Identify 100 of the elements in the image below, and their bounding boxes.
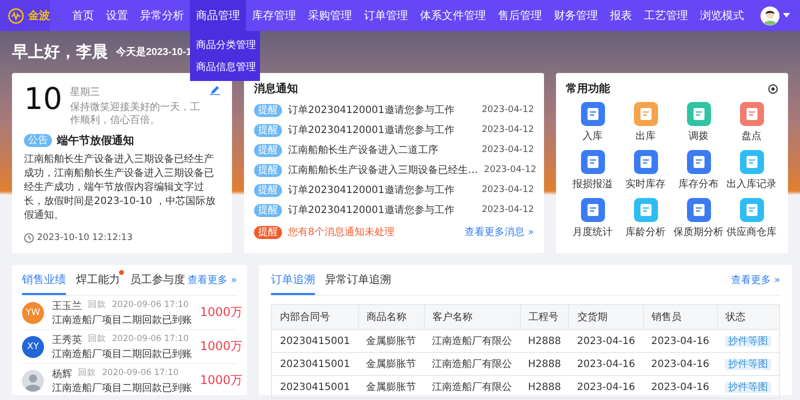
- table-cell: 2023-04-16: [568, 352, 644, 376]
- nav-menu-item[interactable]: 财务管理: [548, 0, 604, 31]
- table-cell: 金属膨胀节: [358, 330, 424, 352]
- function-shortcut[interactable]: 月度统计: [566, 198, 619, 239]
- nav-menu-item[interactable]: 售后管理: [492, 0, 548, 31]
- column-header: 客户名称: [424, 304, 520, 330]
- nav-menu-item[interactable]: 订单管理: [358, 0, 414, 31]
- timestamp-text: 2023-10-10 12:12:13: [37, 233, 133, 243]
- tab[interactable]: 销售业绩: [22, 265, 66, 295]
- table-cell: 江南造船厂有限公: [424, 376, 520, 398]
- record-time: 2020-09-06 17:10: [112, 298, 189, 312]
- message-text[interactable]: 订单202304120001邀请您参与工作: [288, 123, 476, 137]
- record-description: 江南造船厂项目二期回款已到账: [52, 382, 192, 394]
- record-description: 江南造船厂项目二期回款已到账: [52, 348, 192, 360]
- record-type: 回款: [88, 332, 106, 346]
- table-cell: 2023-04-16: [568, 330, 644, 352]
- nav-menu-item[interactable]: 工艺管理: [638, 0, 694, 31]
- nav-menu-item[interactable]: 报表: [604, 0, 638, 31]
- message-text[interactable]: 江南船舶长生产设备进入二道工序: [288, 143, 476, 157]
- person-name: 王秀英: [52, 334, 82, 346]
- message-date: 2023-04-12: [482, 185, 534, 195]
- reminder-badge: 提醒: [254, 124, 282, 136]
- tab[interactable]: 员工参与度: [130, 265, 185, 295]
- nav-menu-item[interactable]: 异常分析: [134, 0, 190, 31]
- notice-badge: 公告: [24, 134, 52, 147]
- waveform-logo-icon: [8, 8, 24, 24]
- function-shortcut[interactable]: 盘点: [725, 102, 778, 143]
- message-text[interactable]: 订单202304120001邀请您参与工作: [288, 103, 476, 117]
- edit-pencil-icon: [210, 85, 220, 95]
- notice-paragraph: 江南船舶长生产设备进入三期设备已经生产成功，江南船舶长生产设备进入三期设备已经生产成功，端午节放假内容编辑文字过长，放假时间是2023-10-10 ，中芯国际放假通知。: [24, 153, 216, 223]
- function-shortcut[interactable]: 库龄分析: [619, 198, 672, 239]
- status-tag: 抄件等图: [725, 382, 772, 393]
- table-cell: 2023-04-16: [643, 376, 718, 398]
- dropdown-item[interactable]: 商品分类管理: [190, 34, 260, 56]
- person-silhouette-icon: [22, 370, 44, 392]
- day-number: 10: [24, 83, 62, 117]
- amount-text: 1000万: [200, 372, 243, 389]
- message-text[interactable]: 订单202304120001邀请您参与工作: [288, 183, 476, 197]
- column-header: 商品名称: [358, 304, 424, 330]
- nav-menu-item[interactable]: 库存管理: [246, 0, 302, 31]
- tab[interactable]: 异常订单追溯: [325, 265, 391, 295]
- nav-menu-item[interactable]: 体系文件管理: [414, 0, 492, 31]
- nav-menu-item[interactable]: 设置: [100, 0, 134, 31]
- user-avatar-icon: [760, 6, 780, 26]
- record-description: 江南造船厂项目二期回款已到账: [52, 314, 192, 326]
- function-shortcut[interactable]: 调拨: [672, 102, 725, 143]
- function-shortcut[interactable]: 出库: [619, 102, 672, 143]
- reminder-badge: 提醒: [254, 204, 282, 216]
- function-shortcut[interactable]: 供应商仓库: [725, 198, 778, 239]
- message-date: 2023-04-12: [482, 105, 534, 115]
- table-cell: H2888: [520, 376, 569, 398]
- message-date: 2023-04-12: [484, 165, 536, 175]
- message-text[interactable]: 江南船舶长生产设备进入三期设备已经生…: [288, 163, 478, 177]
- reminder-badge: 提醒: [254, 164, 282, 176]
- nav-menu-item[interactable]: 首页: [66, 0, 100, 31]
- card-title: 消息通知: [254, 81, 299, 96]
- message-date: 2023-04-12: [482, 145, 534, 155]
- view-more-link[interactable]: 查看更多 »: [730, 273, 780, 287]
- nav-menu-item[interactable]: 采购管理: [302, 0, 358, 31]
- function-shortcut[interactable]: 库存分布: [672, 150, 725, 191]
- function-shortcut[interactable]: 入库: [566, 102, 619, 143]
- function-shortcut[interactable]: 实时库存: [619, 150, 672, 191]
- function-shortcut[interactable]: 出入库记录: [725, 150, 778, 191]
- table-cell: 2023-04-16: [568, 376, 644, 398]
- message-text[interactable]: 订单202304120001邀请您参与工作: [288, 203, 476, 217]
- reminder-badge: 提醒: [254, 144, 282, 156]
- greeting-title: 早上好，李晨: [12, 42, 108, 62]
- clock-icon: [24, 233, 34, 243]
- table-cell: 20230415001: [272, 352, 358, 376]
- record-time: 2020-09-06 17:10: [112, 332, 189, 346]
- record-type: 回款: [88, 298, 106, 312]
- card-title: 常用功能: [566, 81, 610, 96]
- dropdown-item[interactable]: 商品信息管理: [190, 56, 260, 78]
- table-cell: 20230415001: [272, 330, 358, 352]
- settings-icon: [768, 84, 778, 94]
- table-cell: 2023-04-16: [643, 330, 718, 352]
- function-shortcut[interactable]: 报损报溢: [566, 150, 619, 191]
- function-shortcut[interactable]: 保质期分析: [672, 198, 725, 239]
- view-more-link[interactable]: 查看更多 »: [188, 273, 237, 287]
- status-tag: 抄件等图: [725, 336, 772, 347]
- more-messages-link[interactable]: 查看更多消息 »: [464, 225, 534, 239]
- column-header: 状态: [717, 304, 780, 330]
- initials-avatar: YW: [22, 302, 44, 324]
- table-cell: H2888: [520, 330, 569, 352]
- amount-text: 1000万: [200, 338, 243, 355]
- initials-avatar: XY: [22, 336, 44, 358]
- message-date: 2023-04-12: [482, 125, 534, 135]
- tab[interactable]: 订单追溯: [271, 265, 315, 295]
- tab[interactable]: 焊工能力: [76, 265, 120, 295]
- nav-menu-item[interactable]: 浏览模式: [694, 0, 750, 31]
- logo-text: 金波: [28, 8, 50, 23]
- caret-down-icon: [783, 13, 790, 18]
- table-cell: 20230415001: [272, 376, 358, 398]
- column-header: 内部合同号: [272, 304, 358, 330]
- table-cell: H2888: [520, 352, 569, 376]
- person-name: 杨辉: [52, 368, 72, 380]
- greeting-date: 今天是2023-10-1: [116, 46, 192, 59]
- column-header: 销售员: [643, 304, 718, 330]
- nav-menu-item[interactable]: 商品管理: [190, 0, 246, 31]
- status-tag: 抄件等图: [725, 359, 772, 370]
